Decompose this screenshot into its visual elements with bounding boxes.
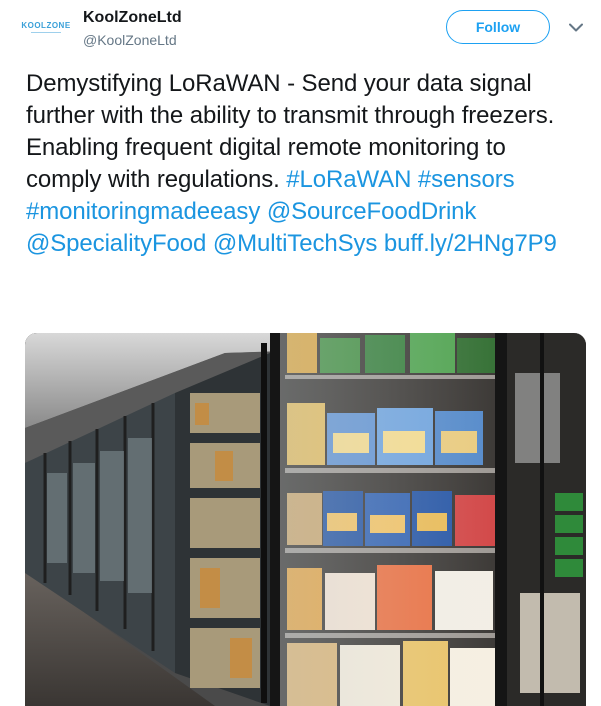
mention-specialityfood[interactable]: @SpecialityFood xyxy=(26,230,206,257)
tweet-card: KOOLZONE KoolZoneLtd @KoolZoneLtd Follow… xyxy=(0,0,601,706)
freezer-aisle-photo xyxy=(25,333,586,706)
tweet-photo[interactable] xyxy=(25,333,586,706)
hashtag-monitoringmadeeasy[interactable]: #monitoringmadeeasy xyxy=(26,198,260,225)
mention-multitechsys[interactable]: @MultiTechSys xyxy=(213,230,378,257)
tweet-header: KOOLZONE KoolZoneLtd @KoolZoneLtd Follow xyxy=(0,0,601,60)
follow-button[interactable]: Follow xyxy=(446,10,550,44)
hashtag-lorawan[interactable]: #LoRaWAN xyxy=(286,166,411,193)
avatar-logo-text: KOOLZONE xyxy=(21,21,71,30)
hashtag-sensors[interactable]: #sensors xyxy=(418,166,515,193)
mention-sourcefooddrink[interactable]: @SourceFoodDrink xyxy=(267,198,477,225)
avatar-logo-line xyxy=(31,32,61,33)
author-handle[interactable]: @KoolZoneLtd xyxy=(83,32,177,48)
external-link[interactable]: buff.ly/2HNg7P9 xyxy=(384,230,557,257)
avatar[interactable]: KOOLZONE xyxy=(20,8,72,46)
author-name[interactable]: KoolZoneLtd xyxy=(83,9,182,27)
chevron-down-icon[interactable] xyxy=(568,20,584,34)
tweet-text: Demystifying LoRaWAN - Send your data si… xyxy=(26,68,582,260)
